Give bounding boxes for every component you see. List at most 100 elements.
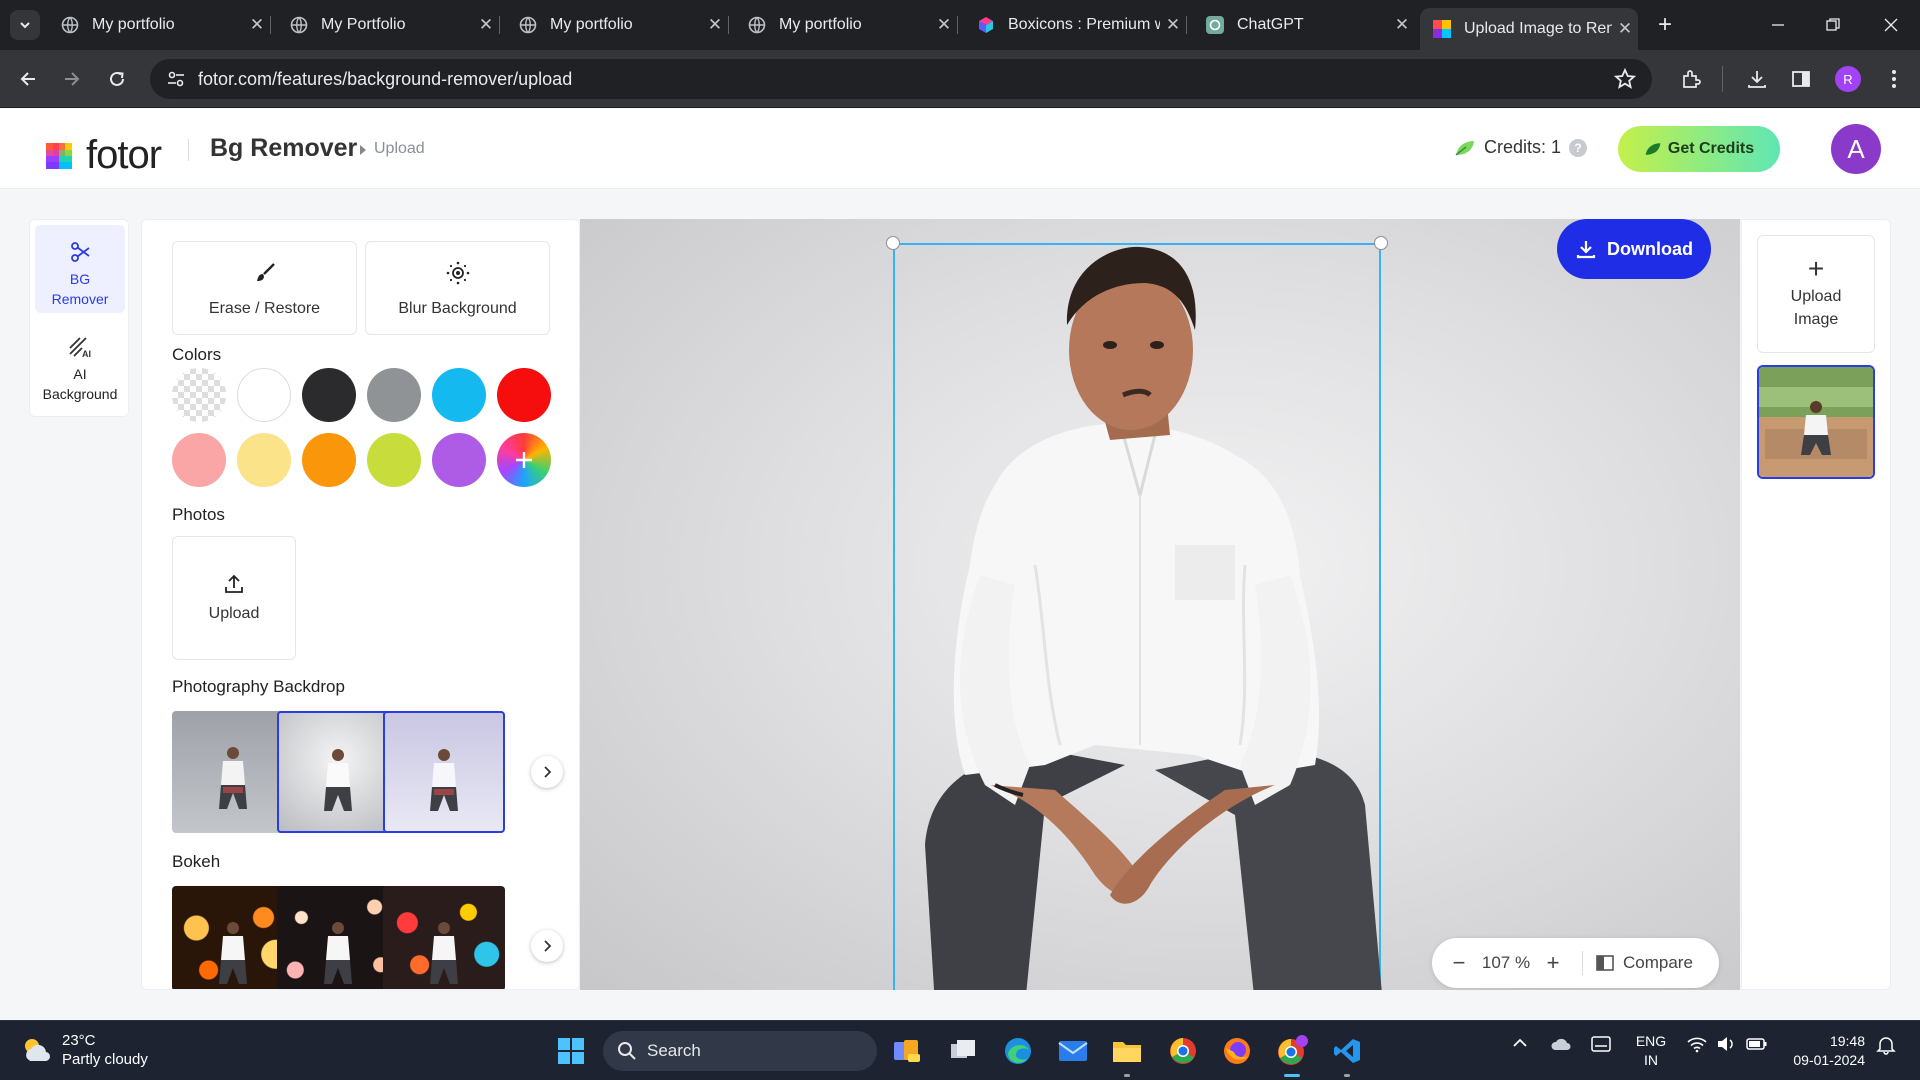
compare-button[interactable]: Compare (1595, 953, 1693, 973)
close-tab-icon[interactable]: ✕ (1389, 15, 1415, 35)
help-icon[interactable]: ? (1569, 138, 1588, 157)
toolbar-divider (1722, 66, 1723, 92)
backdrop-thumbnail-selected[interactable] (277, 711, 399, 833)
editor-canvas[interactable]: Download − 107 % + Compare (580, 219, 1740, 990)
rail-item-ai-background[interactable]: AI AI Background (35, 320, 125, 408)
taskbar-app-file-explorer[interactable] (1109, 1033, 1145, 1077)
swatch-yellow[interactable] (237, 433, 291, 487)
backdrop-next-button[interactable] (531, 756, 563, 788)
touch-keyboard-tray-icon[interactable] (1590, 1035, 1612, 1056)
forward-button[interactable] (56, 63, 88, 95)
show-hidden-icons-button[interactable] (1512, 1035, 1528, 1054)
get-credits-button[interactable]: Get Credits (1618, 126, 1780, 172)
credits-display: Credits: 1 ? (1454, 137, 1588, 158)
bokeh-thumbnail[interactable] (383, 886, 505, 989)
swatch-transparent[interactable] (172, 368, 226, 422)
close-tab-icon[interactable]: ✕ (931, 15, 957, 35)
notification-bell-icon[interactable] (1876, 1035, 1896, 1058)
taskbar-app-edge[interactable] (1000, 1033, 1036, 1069)
battery-tray-icon[interactable] (1746, 1035, 1768, 1056)
download-button[interactable]: Download (1557, 219, 1711, 279)
weather-widget[interactable]: 23°C Partly cloudy (20, 1031, 148, 1069)
erase-restore-button[interactable]: Erase / Restore (172, 241, 357, 335)
swatch-purple[interactable] (432, 433, 486, 487)
swatch-lime[interactable] (367, 433, 421, 487)
volume-tray-icon[interactable] (1716, 1035, 1736, 1056)
taskbar-app-chrome[interactable] (1165, 1033, 1201, 1069)
close-tab-icon[interactable]: ✕ (1160, 15, 1186, 35)
rail-item-bg-remover[interactable]: BG Remover (35, 225, 125, 313)
browser-tab-active[interactable]: Upload Image to Ren ✕ (1420, 8, 1638, 50)
close-tab-icon[interactable]: ✕ (473, 15, 499, 35)
keyboard-icon (1591, 1036, 1611, 1052)
swatch-pink[interactable] (172, 433, 226, 487)
swatch-cyan[interactable] (432, 368, 486, 422)
back-button[interactable] (12, 63, 44, 95)
reload-button[interactable] (101, 63, 133, 95)
browser-tab[interactable]: My portfolio ✕ (506, 8, 729, 42)
extensions-icon[interactable] (1677, 65, 1705, 93)
close-tab-icon[interactable]: ✕ (244, 15, 270, 35)
browser-tab[interactable]: ChatGPT ✕ (1193, 8, 1415, 42)
close-window-button[interactable] (1864, 8, 1918, 42)
image-list-panel: + Upload Image (1741, 219, 1891, 990)
swatch-red[interactable] (497, 368, 551, 422)
custom-color-button[interactable] (497, 433, 551, 487)
blur-background-button[interactable]: Blur Background (365, 241, 550, 335)
resize-handle[interactable] (886, 236, 900, 250)
taskbar-app-mail[interactable] (1055, 1033, 1091, 1069)
original-image-thumbnail[interactable] (1757, 365, 1875, 479)
chatgpt-logo-icon (1205, 15, 1225, 35)
browser-profile-avatar[interactable]: R (1835, 66, 1861, 92)
browser-tab[interactable]: My portfolio ✕ (48, 8, 271, 42)
photo-upload-button[interactable]: Upload (172, 536, 296, 660)
zoom-out-button[interactable]: − (1442, 950, 1476, 976)
browser-tab[interactable]: Boxicons : Premium w ✕ (964, 8, 1187, 42)
restore-icon (1826, 18, 1840, 31)
image-selection-box[interactable] (893, 243, 1382, 990)
backdrop-thumbnail[interactable] (172, 711, 294, 833)
fotor-logo[interactable]: fotor (42, 133, 162, 178)
browser-tab[interactable]: My Portfolio ✕ (277, 8, 500, 42)
downloads-icon[interactable] (1743, 65, 1771, 93)
tab-search-button[interactable] (10, 10, 40, 40)
taskbar-app-chrome-profile[interactable] (1274, 1033, 1310, 1077)
taskbar-search-box[interactable]: Search (603, 1031, 877, 1071)
new-tab-button[interactable]: + (1650, 10, 1680, 40)
backdrop-thumbnail[interactable] (383, 711, 505, 833)
swatch-white[interactable] (237, 368, 291, 422)
breadcrumb[interactable]: Upload (374, 140, 425, 158)
user-avatar[interactable]: A (1831, 124, 1881, 174)
start-button[interactable] (553, 1033, 589, 1069)
zoom-in-button[interactable]: + (1536, 950, 1570, 976)
swatch-gray[interactable] (367, 368, 421, 422)
upload-image-button[interactable]: + Upload Image (1757, 235, 1875, 353)
running-indicator (1344, 1074, 1350, 1077)
swatch-orange[interactable] (302, 433, 356, 487)
credits-label: Credits: 1 (1484, 137, 1562, 157)
resize-handle[interactable] (1374, 236, 1388, 250)
close-tab-icon[interactable]: ✕ (702, 15, 728, 35)
taskbar-app-taskview[interactable] (945, 1033, 981, 1069)
restore-button[interactable] (1806, 8, 1860, 42)
onedrive-tray-icon[interactable] (1550, 1035, 1572, 1056)
taskbar-app-vscode[interactable] (1329, 1033, 1365, 1077)
bokeh-next-button[interactable] (531, 930, 563, 962)
address-bar[interactable]: fotor.com/features/background-remover/up… (150, 59, 1652, 99)
close-tab-icon[interactable]: ✕ (1612, 19, 1638, 39)
browser-tab[interactable]: My portfolio ✕ (735, 8, 958, 42)
minimize-button[interactable] (1751, 8, 1805, 42)
swatch-black[interactable] (302, 368, 356, 422)
site-info-icon[interactable] (156, 69, 196, 89)
taskbar-clock[interactable]: 19:48 09-01-2024 (1785, 1032, 1865, 1070)
wifi-tray-icon[interactable] (1686, 1035, 1708, 1056)
taskbar-app-firefox[interactable] (1219, 1033, 1255, 1069)
language-indicator[interactable]: ENG IN (1633, 1032, 1669, 1070)
bokeh-thumbnail[interactable] (172, 886, 294, 989)
edge-icon (1005, 1038, 1031, 1064)
bokeh-thumbnail[interactable] (277, 886, 399, 989)
bookmark-star-icon[interactable] (1613, 67, 1637, 95)
browser-menu-icon[interactable] (1880, 65, 1908, 93)
side-panel-icon[interactable] (1787, 65, 1815, 93)
taskbar-app-widgets[interactable] (889, 1033, 925, 1069)
